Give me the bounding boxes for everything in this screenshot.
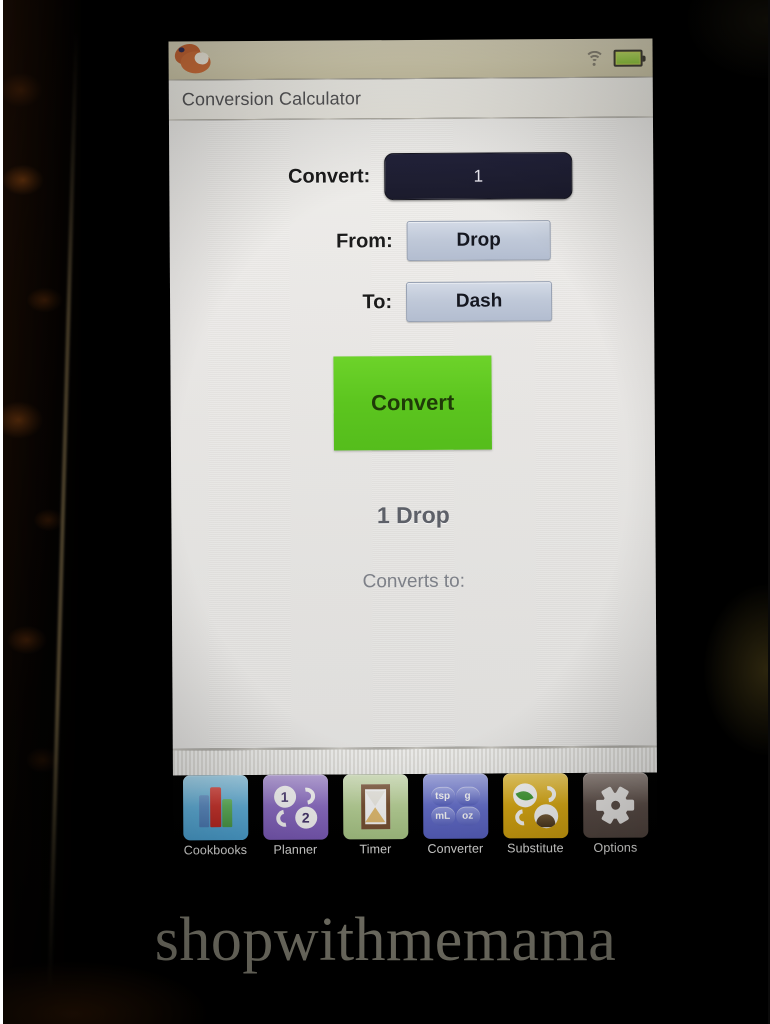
hourglass-frame	[360, 784, 390, 830]
toolbar-item-timer[interactable]: Timer	[336, 774, 414, 856]
planner-number-two: 2	[294, 806, 317, 829]
toolbar-item-cookbooks[interactable]: Cookbooks	[176, 775, 254, 857]
watermark: shopwithmemama	[154, 906, 617, 974]
result-primary-text: 1 Drop	[376, 501, 450, 529]
toolbar-label-converter: Converter	[427, 841, 484, 856]
toolbar-label-cookbooks: Cookbooks	[183, 843, 248, 858]
result-secondary-text: Converts to:	[362, 570, 466, 593]
from-label: From:	[335, 229, 393, 252]
to-label: To:	[362, 290, 393, 313]
convert-amount-input[interactable]: 1	[384, 152, 573, 201]
to-unit-picker[interactable]: Dash	[405, 281, 553, 323]
stone-circle-icon	[533, 804, 558, 829]
tablet-screen: Conversion Calculator Convert: 1 From: D…	[168, 38, 658, 869]
converter-unit-oz: oz	[455, 806, 480, 826]
options-icon	[582, 772, 648, 838]
photograph-of-tablet: Conversion Calculator Convert: 1 From: D…	[0, 0, 770, 1024]
bottom-toolbar: Cookbooks 1 2 Planner Timer tsp g mL oz …	[172, 772, 658, 869]
hatched-separator-band	[172, 746, 657, 776]
convert-row: Convert: 1	[169, 152, 653, 202]
toolbar-label-substitute: Substitute	[507, 841, 564, 856]
title-bar: Conversion Calculator	[168, 76, 653, 121]
converter-unit-tsp: tsp	[430, 786, 455, 806]
toolbar-item-substitute[interactable]: Substitute	[496, 773, 574, 855]
toolbar-item-options[interactable]: Options	[576, 772, 654, 855]
page-title: Conversion Calculator	[181, 88, 362, 110]
logo-dot-shape	[178, 47, 185, 53]
substitute-icon	[502, 773, 568, 839]
status-bar	[168, 38, 653, 80]
convert-label: Convert:	[288, 165, 371, 188]
cookbooks-icon	[182, 775, 248, 841]
toolbar-label-planner: Planner	[273, 842, 318, 857]
convert-button-wrapper: Convert	[170, 355, 655, 452]
converter-unit-g: g	[455, 786, 480, 806]
status-icon-group	[584, 49, 643, 71]
toolbar-label-timer: Timer	[359, 842, 392, 857]
planner-icon: 1 2	[262, 774, 328, 840]
planner-number-one: 1	[273, 785, 296, 808]
planner-arrow-clockwise-icon	[294, 784, 318, 808]
to-row: To: Dash	[170, 281, 654, 324]
planner-arrow-counter-icon	[272, 806, 297, 831]
from-unit-picker[interactable]: Drop	[406, 220, 551, 262]
wifi-icon	[584, 50, 605, 71]
converter-icon: tsp g mL oz	[422, 773, 488, 839]
converter-unit-ml: mL	[430, 806, 455, 826]
cooking-app-logo	[172, 40, 218, 77]
substitute-arrow-counter-icon	[511, 806, 534, 829]
substitute-arrow-clockwise-icon	[536, 782, 559, 806]
toolbar-item-planner[interactable]: 1 2 Planner	[256, 774, 334, 857]
timer-icon	[342, 774, 408, 840]
from-row: From: Drop	[170, 220, 654, 263]
leaf-circle-icon	[512, 783, 537, 808]
main-content: Convert: 1 From: Drop To: Dash Convert 1…	[168, 117, 657, 750]
toolbar-label-options: Options	[593, 840, 638, 855]
convert-button[interactable]: Convert	[333, 355, 492, 451]
battery-icon	[613, 49, 643, 67]
toolbar-item-converter[interactable]: tsp g mL oz Converter	[416, 773, 494, 856]
granite-countertop-background	[3, 0, 81, 1024]
